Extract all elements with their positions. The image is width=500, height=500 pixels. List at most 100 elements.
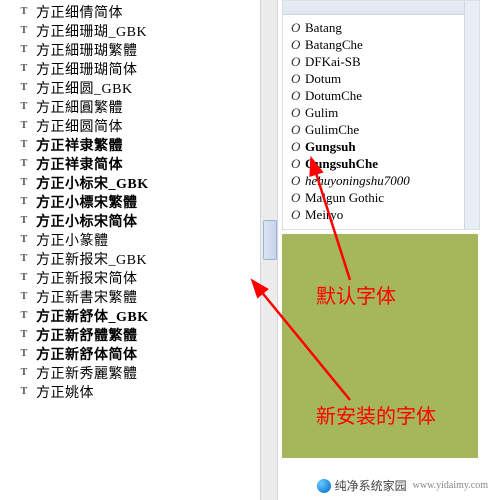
opentype-icon: O	[291, 37, 305, 53]
font-row[interactable]: T方正祥隶简体	[0, 154, 260, 173]
font-row[interactable]: OBatangChe	[283, 36, 479, 53]
font-name-label: 方正新舒体_GBK	[36, 306, 149, 326]
truetype-icon: T	[18, 139, 30, 151]
annotation-default-fonts: 默认字体	[316, 280, 396, 309]
font-row[interactable]: ODotumChe	[283, 87, 479, 104]
font-row[interactable]: T 方正新报宋简体	[0, 268, 260, 287]
font-row[interactable]: T方正小标宋_GBK	[0, 173, 260, 192]
font-row[interactable]: OGungsuh	[283, 138, 479, 155]
font-row[interactable]: T方正小標宋繁體	[0, 192, 260, 211]
opentype-icon: O	[291, 71, 305, 87]
font-name-label: 方正細圓繁體	[36, 97, 123, 117]
font-name-label: 方正细圆简体	[36, 116, 123, 136]
font-name-label: GulimChe	[305, 122, 359, 138]
font-row[interactable]: T 方正祥隶繁體	[0, 135, 260, 154]
font-name-label: Meiryo	[305, 207, 343, 223]
truetype-icon: T	[18, 120, 30, 132]
font-row[interactable]: T 方正新秀麗繁體	[0, 363, 260, 382]
font-row[interactable]: T 方正新报宋_GBK	[0, 249, 260, 268]
font-row[interactable]: T 方正細珊瑚繁體	[0, 40, 260, 59]
font-name-label: hehuyoningshu7000	[305, 173, 410, 189]
font-name-label: 方正细珊瑚简体	[36, 59, 138, 79]
truetype-icon: T	[18, 6, 30, 18]
opentype-icon: O	[291, 122, 305, 138]
font-name-label: 方正祥隶简体	[36, 154, 123, 174]
font-row[interactable]: T 方正細圓繁體	[0, 97, 260, 116]
watermark: 纯净系统家园 www.yidaimy.com	[311, 475, 494, 496]
truetype-icon: T	[18, 329, 30, 341]
truetype-icon: T	[18, 234, 30, 246]
truetype-icon: T	[18, 63, 30, 75]
font-name-label: 方正小标宋_GBK	[36, 173, 149, 193]
font-name-label: 方正新舒體繁體	[36, 325, 138, 345]
font-row[interactable]: T方正小标宋简体	[0, 211, 260, 230]
truetype-icon: T	[18, 367, 30, 379]
font-row[interactable]: ODotum	[283, 70, 479, 87]
opentype-icon: O	[291, 173, 305, 189]
font-name-label: 方正細珊瑚繁體	[36, 40, 138, 60]
font-name-label: 方正细倩简体	[36, 2, 123, 22]
opentype-icon: O	[291, 105, 305, 121]
font-row[interactable]: T 方正细倩简体	[0, 2, 260, 21]
font-name-label: 方正细圆_GBK	[36, 78, 133, 98]
font-name-label: BatangChe	[305, 37, 363, 53]
left-scrollbar[interactable]	[260, 0, 278, 500]
font-row[interactable]: T 方正小篆體	[0, 230, 260, 249]
font-row[interactable]: OGulimChe	[283, 121, 479, 138]
font-row[interactable]: T 方正细珊瑚简体	[0, 59, 260, 78]
truetype-icon: T	[18, 272, 30, 284]
font-row[interactable]: T 方正细珊瑚_GBK	[0, 21, 260, 40]
font-row[interactable]: OGulim	[283, 104, 479, 121]
right-panel-header	[283, 1, 479, 15]
font-row[interactable]: OGungsuhChe	[283, 155, 479, 172]
font-row[interactable]: T方正新舒体简体	[0, 344, 260, 363]
opentype-icon: O	[291, 156, 305, 172]
font-name-label: 方正新秀麗繁體	[36, 363, 138, 383]
font-row[interactable]: T 方正新書宋繁體	[0, 287, 260, 306]
font-row[interactable]: OBatang	[283, 19, 479, 36]
font-name-label: 方正祥隶繁體	[36, 135, 123, 155]
font-name-label: DFKai-SB	[305, 54, 361, 70]
opentype-icon: O	[291, 190, 305, 206]
watermark-logo-icon	[317, 479, 331, 493]
font-row[interactable]: T 方正细圆简体	[0, 116, 260, 135]
font-name-label: Gulim	[305, 105, 338, 121]
opentype-icon: O	[291, 207, 305, 223]
scroll-thumb[interactable]	[263, 220, 277, 260]
truetype-icon: T	[18, 25, 30, 37]
truetype-icon: T	[18, 101, 30, 113]
truetype-icon: T	[18, 82, 30, 94]
font-row[interactable]: T 方正细圆_GBK	[0, 78, 260, 97]
font-name-label: 方正姚体	[36, 382, 94, 402]
truetype-icon: T	[18, 386, 30, 398]
font-name-label: 方正新書宋繁體	[36, 287, 138, 307]
truetype-icon: T	[18, 291, 30, 303]
truetype-icon: T	[18, 310, 30, 322]
font-row[interactable]: ODFKai-SB	[283, 53, 479, 70]
font-name-label: 方正新报宋_GBK	[36, 249, 147, 269]
truetype-icon: T	[18, 348, 30, 360]
font-name-label: Gungsuh	[305, 139, 356, 155]
font-name-label: Malgun Gothic	[305, 190, 384, 206]
font-row[interactable]: T 方正姚体	[0, 382, 260, 401]
watermark-brand: 纯净系统家园	[335, 477, 407, 494]
truetype-icon: T	[18, 253, 30, 265]
font-row[interactable]: Ohehuyoningshu7000	[283, 172, 479, 189]
truetype-icon: T	[18, 44, 30, 56]
font-list-right: OBatangOBatangCheODFKai-SBODotumODotumCh…	[282, 0, 480, 230]
font-name-label: DotumChe	[305, 88, 362, 104]
opentype-icon: O	[291, 54, 305, 70]
font-name-label: Dotum	[305, 71, 341, 87]
font-name-label: GungsuhChe	[305, 156, 378, 172]
font-row[interactable]: OMeiryo	[283, 206, 479, 223]
font-list-left: T 方正细倩简体 T 方正细珊瑚_GBK T 方正細珊瑚繁體 T 方正细珊瑚简体 T 方正细圆_G…	[0, 0, 260, 500]
font-name-label: 方正新报宋简体	[36, 268, 138, 288]
right-scrollbar[interactable]	[464, 1, 480, 229]
font-row[interactable]: T 方正新舒体_GBK	[0, 306, 260, 325]
font-name-label: 方正细珊瑚_GBK	[36, 21, 147, 41]
font-name-label: Batang	[305, 20, 342, 36]
watermark-url: www.yidaimy.com	[413, 480, 488, 491]
font-name-label: 方正小篆體	[36, 230, 109, 250]
font-row[interactable]: T 方正新舒體繁體	[0, 325, 260, 344]
font-row[interactable]: OMalgun Gothic	[283, 189, 479, 206]
